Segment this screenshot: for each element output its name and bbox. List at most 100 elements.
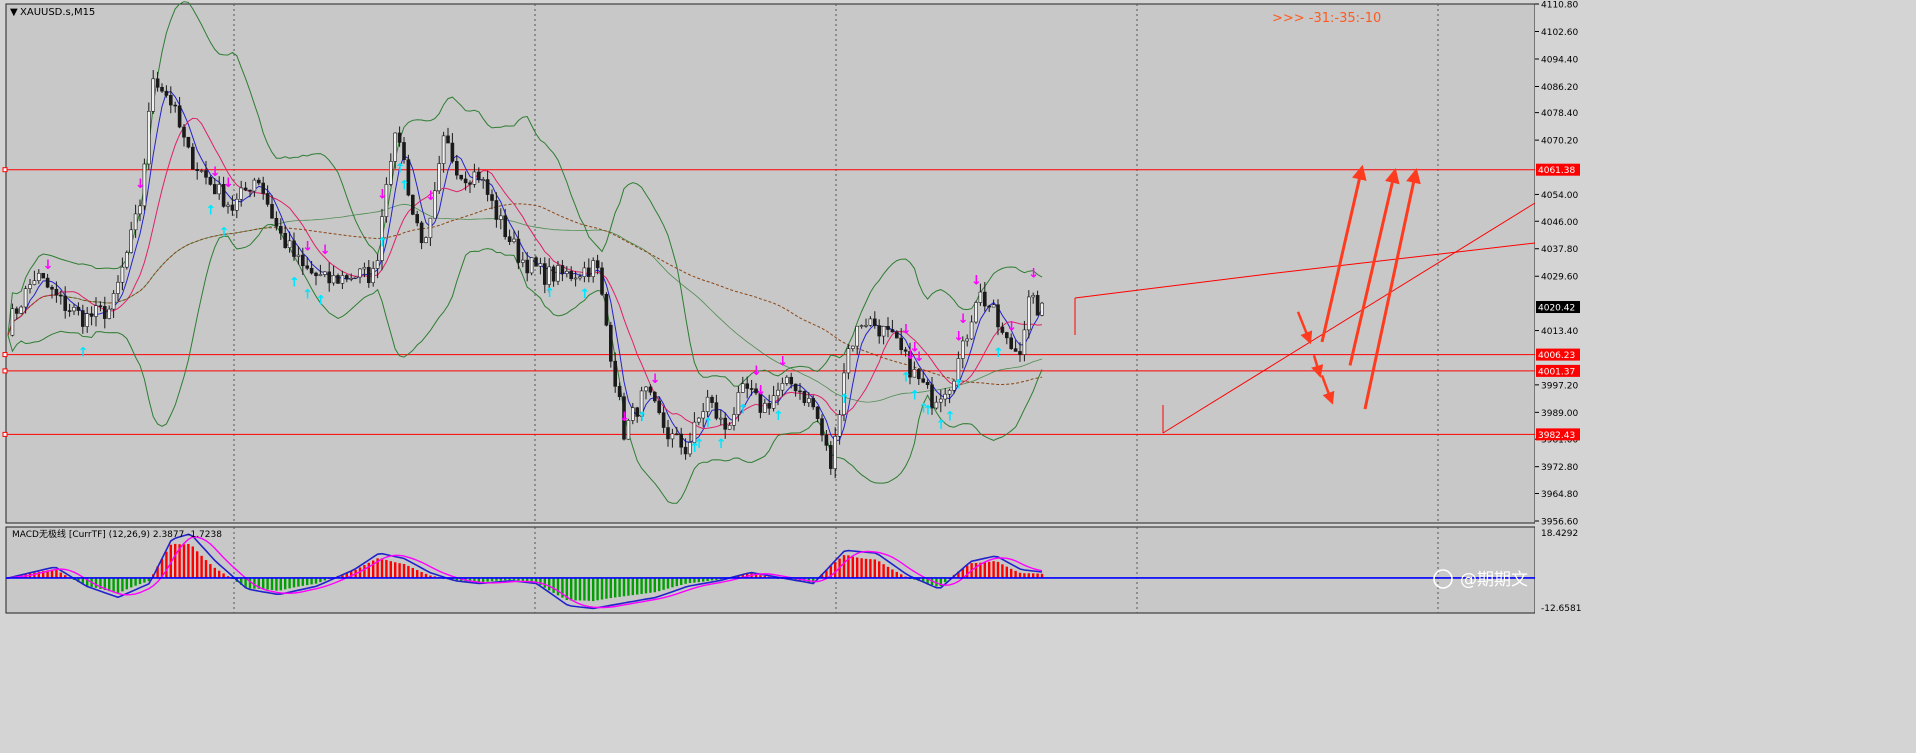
macd-histogram-bar bbox=[631, 577, 634, 596]
candle-body bbox=[239, 187, 243, 200]
macd-histogram-bar bbox=[297, 577, 300, 587]
candle-body bbox=[978, 291, 983, 303]
arrow-up-icon: ↑ bbox=[377, 236, 388, 251]
price-chart[interactable]: ↓↓↓↓↓ ↓↓ ↓↓↓↓↓↓↓↓↓↓↓↓↓↓↓↑↑↑↑↑ ↑↑↑↑↑ ↑↑↑↑↑↑↑ ↑… bbox=[0, 0, 1916, 753]
candle-body bbox=[481, 179, 486, 181]
axis-tick-label: 3989.00 bbox=[1541, 409, 1578, 419]
candle-body bbox=[213, 184, 217, 195]
candle-body bbox=[512, 238, 516, 243]
macd-histogram-bar bbox=[966, 565, 969, 578]
macd-histogram-bar bbox=[873, 559, 876, 578]
candle-body bbox=[723, 417, 728, 430]
arrow-up-icon: ↑ bbox=[289, 276, 300, 291]
candle-body bbox=[798, 390, 802, 393]
candle-body bbox=[204, 170, 208, 178]
arrow-down-icon: ↓ bbox=[302, 239, 313, 254]
candle-body bbox=[67, 310, 72, 312]
candle-body bbox=[318, 274, 323, 277]
candle-body bbox=[296, 254, 301, 257]
arrow-down-icon: ↓ bbox=[650, 372, 661, 387]
candle-body bbox=[402, 142, 406, 161]
candle-body bbox=[265, 193, 270, 205]
candle-body bbox=[270, 204, 274, 219]
macd-histogram-bar bbox=[680, 577, 683, 585]
arrow-up-icon: ↑ bbox=[315, 293, 326, 308]
candle-body bbox=[916, 369, 921, 380]
macd-histogram-bar bbox=[600, 577, 604, 600]
macd-histogram-bar bbox=[411, 568, 414, 578]
arrow-down-icon: ↓ bbox=[377, 188, 388, 203]
macd-histogram-bar bbox=[864, 558, 868, 578]
macd-histogram-bar bbox=[279, 577, 282, 591]
arrow-up-icon: ↑ bbox=[399, 179, 410, 194]
arrow-up-icon: ↑ bbox=[637, 410, 648, 425]
candle-body bbox=[424, 237, 428, 244]
axis-tick-label: 3972.80 bbox=[1541, 463, 1578, 473]
candle-body bbox=[375, 260, 380, 269]
macd-histogram-bar bbox=[191, 546, 194, 578]
candle-body bbox=[160, 86, 164, 92]
candle-body bbox=[195, 168, 199, 171]
candle-body bbox=[388, 161, 393, 185]
arrow-up-icon: ↑ bbox=[205, 203, 216, 218]
candle-body bbox=[718, 417, 723, 420]
axis-tick-label: 3956.60 bbox=[1541, 517, 1578, 527]
candle-body bbox=[520, 259, 525, 263]
macd-histogram-bar bbox=[182, 544, 186, 578]
macd-histogram-bar bbox=[1005, 566, 1008, 578]
arrow-down-icon: ↓ bbox=[971, 273, 982, 288]
arrow-up-icon: ↑ bbox=[219, 225, 230, 240]
candle-body bbox=[683, 446, 688, 455]
candle-body bbox=[58, 294, 63, 297]
macd-histogram-bar bbox=[988, 561, 991, 578]
macd-histogram-bar bbox=[878, 561, 881, 578]
macd-histogram-bar bbox=[187, 544, 190, 578]
macd-histogram-bar bbox=[125, 577, 128, 590]
triangle-down-icon[interactable]: ▼ bbox=[10, 7, 18, 18]
macd-histogram-bar bbox=[983, 562, 986, 578]
arrow-down-icon: ↓ bbox=[619, 410, 630, 425]
candle-body bbox=[72, 306, 76, 312]
candle-body bbox=[1000, 326, 1005, 333]
candle-body bbox=[155, 78, 160, 88]
candle-body bbox=[485, 179, 490, 195]
candle-body bbox=[644, 386, 648, 392]
candle-body bbox=[670, 433, 675, 440]
candle-body bbox=[353, 276, 358, 279]
macd-histogram-bar bbox=[671, 577, 674, 588]
candle-body bbox=[529, 257, 534, 274]
candle-body bbox=[331, 275, 336, 284]
candle-body bbox=[591, 260, 596, 277]
macd-histogram-bar bbox=[834, 562, 837, 578]
level-price-tag: 4061.38 bbox=[1538, 166, 1575, 176]
macd-histogram-bar bbox=[108, 577, 111, 592]
candle-body bbox=[595, 260, 600, 269]
macd-histogram-bar bbox=[574, 577, 577, 601]
candle-body bbox=[1009, 337, 1014, 349]
macd-histogram-bar bbox=[974, 562, 978, 578]
candle-body bbox=[340, 275, 345, 284]
candle-body bbox=[199, 170, 204, 172]
macd-axis-label: -12.6581 bbox=[1541, 604, 1581, 614]
candle-body bbox=[371, 268, 376, 284]
candle-body bbox=[459, 174, 464, 180]
macd-histogram-bar bbox=[292, 577, 296, 588]
candle-body bbox=[397, 132, 402, 143]
candle-body bbox=[468, 182, 472, 185]
arrow-up-icon: ↑ bbox=[901, 370, 912, 385]
candle-body bbox=[974, 302, 978, 323]
watermark-text: @期期文 bbox=[1460, 570, 1528, 590]
arrow-up-icon: ↑ bbox=[579, 287, 590, 302]
candle-body bbox=[336, 275, 340, 284]
candle-body bbox=[732, 414, 736, 426]
candle-body bbox=[877, 325, 882, 337]
candle-body bbox=[191, 146, 195, 170]
candle-body bbox=[15, 308, 19, 314]
candle-body bbox=[710, 396, 714, 403]
macd-histogram-bar bbox=[856, 557, 859, 578]
candle-body bbox=[630, 407, 635, 421]
candle-body bbox=[727, 424, 732, 430]
candle-body bbox=[934, 401, 939, 409]
candle-body bbox=[256, 179, 261, 184]
level-handle bbox=[2, 368, 8, 374]
